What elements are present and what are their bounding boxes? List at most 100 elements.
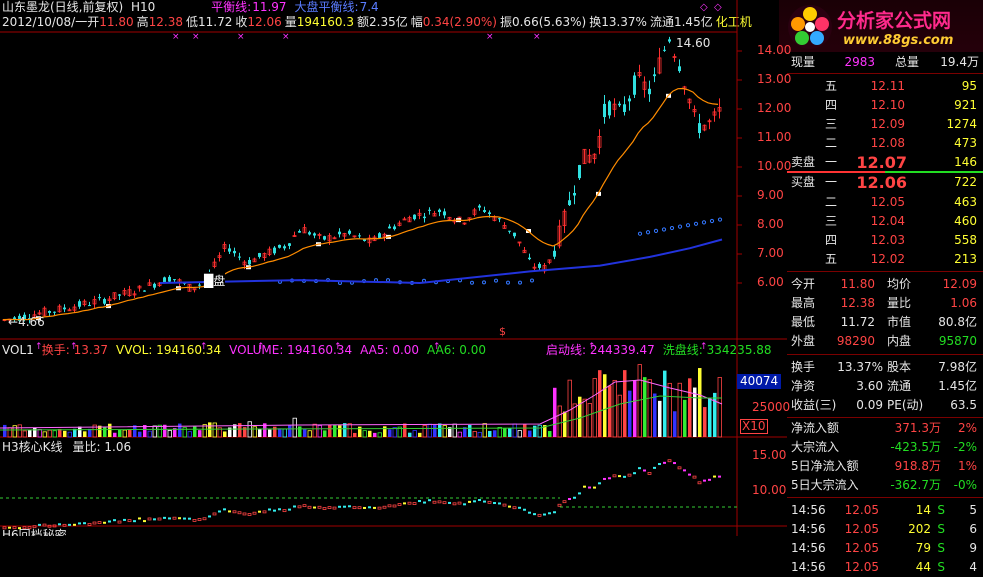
h3-candle (603, 477, 606, 480)
h3-candle (322, 507, 327, 510)
volume-bar (288, 425, 292, 437)
volume-bar (118, 429, 122, 437)
current-volume-label: 现量 (791, 55, 816, 69)
tick-time: 14:56 (791, 560, 826, 574)
h3-candle (273, 509, 276, 512)
h3-candle (83, 522, 86, 525)
h3-candle (487, 500, 492, 504)
kline-chart[interactable]: × × × × × ×↑ ↑ ↑ ↑ ↑ ↑ ↑ ↑◇ ◇ (0, 0, 787, 536)
candle-body (48, 311, 51, 313)
h3-candle (463, 503, 466, 506)
volume-bar (368, 430, 372, 437)
h3-candle (192, 518, 197, 522)
stat-label: 流通 (887, 379, 912, 393)
tick-volume: 44 (915, 560, 931, 574)
stat-label: 换手 (791, 360, 816, 374)
volume-bar (708, 398, 712, 437)
bid-level-label: 二 (825, 195, 838, 209)
vol-current-value: 40074 (737, 374, 782, 389)
h3-candle (178, 517, 181, 520)
signal-marker-icon: × (282, 32, 290, 42)
h3-candle (113, 519, 116, 522)
flower-logo-icon (788, 5, 832, 49)
volume-bar (243, 427, 247, 437)
ask-volume: 921 (954, 98, 977, 112)
stat2-row: 换手 13.37% 股本 7.98亿 (787, 358, 983, 377)
ask-price: 12.07 (856, 153, 907, 172)
candle-body (653, 74, 656, 77)
volume-bar (178, 423, 182, 437)
candle-body (298, 231, 301, 233)
h3-candle (73, 523, 76, 526)
h3-candle (638, 467, 641, 470)
fund-flow-row: 大宗流入 -423.5万 -2% (787, 438, 983, 457)
h3-candle (268, 508, 271, 511)
volume-bar (598, 370, 602, 437)
tick-volume: 79 (915, 541, 931, 555)
h3-candle (437, 500, 442, 504)
h3-legend-item: H3核心K线 (2, 440, 63, 454)
tick-side: S (937, 541, 945, 555)
market-dot (494, 278, 498, 283)
h3-candle (583, 485, 586, 488)
h3-candle (317, 505, 322, 509)
volume-bar (282, 428, 287, 438)
h3-candle (127, 519, 132, 523)
candle-body (283, 246, 286, 249)
candle-body (323, 236, 326, 240)
candle-body (553, 250, 556, 257)
h3-candle (62, 523, 67, 527)
bid-level-label: 四 (825, 233, 838, 247)
bid-volume: 558 (954, 233, 977, 247)
h3-candle (442, 501, 447, 505)
volume-bar (548, 431, 552, 437)
candle-body (568, 200, 571, 206)
bid-level-row: 二 12.05 463 (787, 193, 983, 212)
tick-time: 14:56 (791, 522, 826, 536)
h3-candle (218, 510, 221, 513)
volume-bar (187, 431, 192, 438)
candle-body (98, 297, 101, 299)
candle-body (413, 214, 416, 220)
h3-candle (697, 481, 702, 485)
h3-candle (258, 510, 261, 513)
volume-bar (603, 374, 607, 437)
h3-candle (343, 505, 346, 508)
tick-price: 12.05 (844, 522, 879, 536)
candle-body (538, 263, 541, 268)
candle-body (153, 283, 156, 288)
h3-candle (598, 482, 601, 485)
top-markers: × × × × × ×↑ ↑ ↑ ↑ ↑ ↑ ↑ ↑◇ ◇ (35, 2, 722, 352)
stat-label: 今开 (791, 277, 816, 291)
volume-bar (122, 429, 127, 438)
candle-body (388, 226, 391, 229)
h3-candle (627, 473, 632, 477)
market-dot (701, 220, 707, 225)
h3-candle (223, 508, 226, 511)
bid-price: 12.06 (856, 173, 907, 192)
candle-body (173, 279, 176, 281)
volume-bar (47, 429, 52, 438)
volume-bar (108, 423, 112, 437)
tick-time: 14:56 (791, 541, 826, 555)
vol-axis-tick: 25000 (752, 400, 791, 414)
volume-bar (7, 427, 12, 438)
candle-body (78, 301, 81, 307)
h3-candle (133, 520, 136, 523)
volume-bar (587, 403, 592, 438)
stat-label: 最低 (791, 315, 816, 329)
stat-row: 最低 11.72 市值 80.8亿 (787, 313, 983, 332)
volume-bar (427, 423, 432, 438)
volume-bar (373, 432, 377, 437)
vol-legend-item: 启动线: 244339.47 (546, 343, 655, 357)
stat-label: 均价 (887, 277, 912, 291)
volume-bar (523, 424, 527, 437)
balance-line (2, 87, 719, 321)
volume-bar (63, 430, 67, 437)
h3-candle (212, 512, 217, 516)
h3-candle (332, 506, 337, 510)
fund-flow-value: 371.3万 (894, 421, 941, 435)
volume-bar (252, 426, 257, 438)
h3-candle (423, 501, 426, 504)
h3-candle (633, 472, 636, 475)
